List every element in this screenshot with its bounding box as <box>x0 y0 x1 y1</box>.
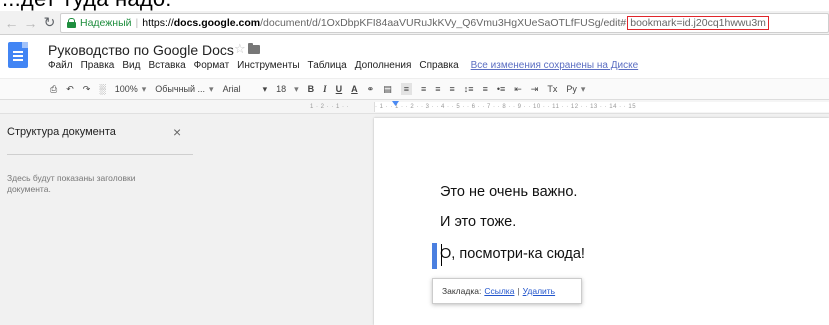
url-path: /document/d/1OxDbpKFI84aaVURuJkKVy_Q6Vmu… <box>260 17 627 29</box>
style-value: Обычный ... <box>155 83 206 94</box>
bookmark-label: Закладка: <box>442 286 482 296</box>
font-select-caret-icon[interactable]: ▾ <box>263 84 268 95</box>
document-outline-panel: Структура документа × Здесь будут показа… <box>0 114 200 325</box>
back-button[interactable]: ← <box>4 13 19 33</box>
paragraph-1[interactable]: Это не очень важно. <box>440 184 577 200</box>
lock-icon <box>67 18 76 28</box>
menu-help[interactable]: Справка <box>419 60 458 71</box>
star-icon[interactable]: ☆ <box>234 41 246 57</box>
menu-format[interactable]: Формат <box>194 60 230 71</box>
decrease-indent-icon[interactable]: ⇤ <box>514 84 522 95</box>
screenshot-root: ...дет туда надо: ← → ↻ Надежный | https… <box>0 0 829 325</box>
print-icon[interactable]: ⎙ <box>50 84 57 95</box>
bookmark-link[interactable]: Ссылка <box>484 286 514 296</box>
size-value: 18 <box>276 83 287 94</box>
bookmark-marker-icon[interactable] <box>432 243 437 269</box>
ruler-ticks: · 1 · · 1 · · 2 · · 3 · · 4 · · 5 · · 6 … <box>374 102 829 112</box>
document-title[interactable]: Руководство по Google Docs <box>48 42 234 58</box>
menu-bar: Файл Правка Вид Вставка Формат Инструмен… <box>48 60 646 71</box>
text-color-button[interactable]: A <box>351 84 358 94</box>
outline-title: Структура документа <box>7 126 116 138</box>
zoom-value: 100% <box>114 83 138 94</box>
secure-label: Надежный <box>80 17 132 29</box>
link-icon[interactable]: ⚭ <box>367 84 375 95</box>
workspace: Структура документа × Здесь будут показа… <box>0 114 829 325</box>
bookmark-popup: Закладка: Ссылка | Удалить <box>432 278 582 304</box>
menu-table[interactable]: Таблица <box>308 60 347 71</box>
menu-view[interactable]: Вид <box>122 60 140 71</box>
font-select[interactable]: Arial <box>223 84 241 94</box>
italic-button[interactable]: I <box>323 84 327 94</box>
style-select[interactable]: Обычный ... ▾ <box>155 84 213 95</box>
text-cursor <box>441 244 442 266</box>
bookmark-remove-link[interactable]: Удалить <box>523 286 555 296</box>
forward-button[interactable]: → <box>23 13 38 33</box>
menu-insert[interactable]: Вставка <box>148 60 185 71</box>
docs-header: Руководство по Google Docs ☆ Файл Правка… <box>0 36 829 76</box>
ruler-left-ticks: 1 · 2 · · 1 · · <box>310 104 350 110</box>
increase-indent-icon[interactable]: ⇥ <box>531 84 539 95</box>
redo-icon[interactable]: ↷ <box>83 84 91 95</box>
size-select[interactable]: 18 ▾ <box>276 84 299 95</box>
align-left-icon[interactable]: ≡ <box>400 83 412 95</box>
url-scheme: https:// <box>142 17 174 29</box>
url-host: docs.google.com <box>173 17 261 29</box>
zoom-select[interactable]: 100% ▾ <box>115 84 147 95</box>
close-icon[interactable]: × <box>173 124 181 140</box>
align-center-icon[interactable]: ≡ <box>421 84 426 94</box>
menu-file[interactable]: Файл <box>48 60 73 71</box>
formatting-toolbar: ⎙ ↶ ↷ ░ 100% ▾ Обычный ... ▾ Arial ▾ 18 ▾ B… <box>0 78 829 100</box>
numbered-list-icon[interactable]: ≡ <box>483 84 488 94</box>
reload-button[interactable]: ↻ <box>42 13 57 33</box>
bulleted-list-icon[interactable]: •≡ <box>497 84 505 94</box>
paint-format-icon[interactable]: ░ <box>99 84 105 94</box>
bold-button[interactable]: B <box>308 84 315 94</box>
input-tools-label: Ру <box>566 83 577 94</box>
browser-address-bar: ← → ↻ Надежный | https:// docs.google.co… <box>0 11 829 35</box>
url-separator: | <box>135 17 139 29</box>
paragraph-3[interactable]: О, посмотри-ка сюда! <box>440 246 585 262</box>
ruler: 1 · 2 · · 1 · · · 1 · · 1 · · 2 · · 3 · … <box>0 100 829 114</box>
font-value: Arial <box>222 84 241 94</box>
paragraph-2[interactable]: И это тоже. <box>440 214 516 230</box>
saved-status-link[interactable]: Все изменения сохранены на Диске <box>471 60 639 71</box>
folder-icon[interactable] <box>248 43 260 54</box>
outline-divider <box>7 154 193 155</box>
menu-edit[interactable]: Правка <box>81 60 115 71</box>
url-field[interactable]: Надежный | https:// docs.google.com /doc… <box>60 13 829 33</box>
outline-hint: Здесь будут показаны заголовки документа… <box>7 173 136 194</box>
clear-formatting-icon[interactable]: Tx <box>547 84 557 94</box>
underline-button[interactable]: U <box>336 84 343 94</box>
docs-logo-icon[interactable] <box>8 42 28 68</box>
undo-icon[interactable]: ↶ <box>66 84 74 95</box>
align-justify-icon[interactable]: ≡ <box>450 84 455 94</box>
line-spacing-icon[interactable]: ↕≡ <box>464 84 474 94</box>
comment-icon[interactable]: ▤ <box>383 84 392 95</box>
input-tools-button[interactable]: Ру ▾ <box>566 84 585 95</box>
menu-tools[interactable]: Инструменты <box>237 60 299 71</box>
bookmark-separator: | <box>517 286 520 296</box>
menu-addons[interactable]: Дополнения <box>355 60 412 71</box>
url-fragment-highlight: bookmark=id.j20cq1hwwu3m <box>627 16 769 30</box>
align-right-icon[interactable]: ≡ <box>435 84 440 94</box>
